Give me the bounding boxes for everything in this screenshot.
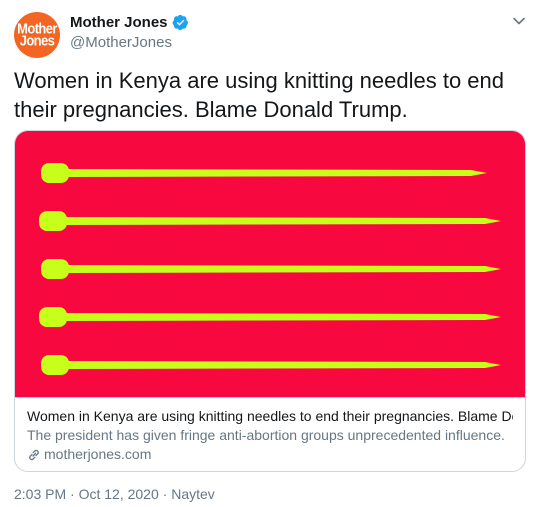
card-image bbox=[15, 131, 525, 397]
avatar-text-line2: Jones bbox=[19, 31, 55, 50]
knitting-needle bbox=[41, 259, 501, 279]
tweet[interactable]: Mother Jones Mother Jones @MotherJones W… bbox=[0, 0, 541, 507]
verified-badge-icon bbox=[172, 14, 189, 31]
link-card[interactable]: Women in Kenya are using knitting needle… bbox=[14, 130, 526, 472]
knitting-needle bbox=[41, 163, 487, 183]
handle[interactable]: @MotherJones bbox=[70, 34, 172, 51]
card-domain: motherjones.com bbox=[27, 445, 513, 464]
card-meta: Women in Kenya are using knitting needle… bbox=[15, 397, 525, 464]
knitting-needles-illustration bbox=[39, 163, 501, 375]
knitting-needle bbox=[41, 355, 501, 375]
link-icon bbox=[27, 448, 41, 462]
tweet-meta: 2:03 PM · Oct 12, 2020 · Naytev bbox=[14, 486, 215, 502]
meta-separator: · bbox=[158, 486, 172, 502]
card-title: Women in Kenya are using knitting needle… bbox=[27, 408, 513, 424]
display-name[interactable]: Mother Jones bbox=[70, 14, 168, 31]
knitting-needle bbox=[39, 211, 501, 231]
chevron-down-icon[interactable] bbox=[510, 12, 528, 30]
tweet-source[interactable]: Naytev bbox=[171, 486, 215, 502]
tweet-text: Women in Kenya are using knitting needle… bbox=[14, 68, 505, 122]
card-domain-text: motherjones.com bbox=[44, 446, 152, 462]
author-name-row: Mother Jones bbox=[70, 14, 189, 31]
avatar[interactable]: Mother Jones bbox=[14, 12, 60, 58]
knitting-needle bbox=[39, 307, 501, 327]
card-description: The president has given fringe anti-abor… bbox=[27, 427, 505, 443]
timestamp[interactable]: 2:03 PM · Oct 12, 2020 bbox=[14, 486, 159, 502]
